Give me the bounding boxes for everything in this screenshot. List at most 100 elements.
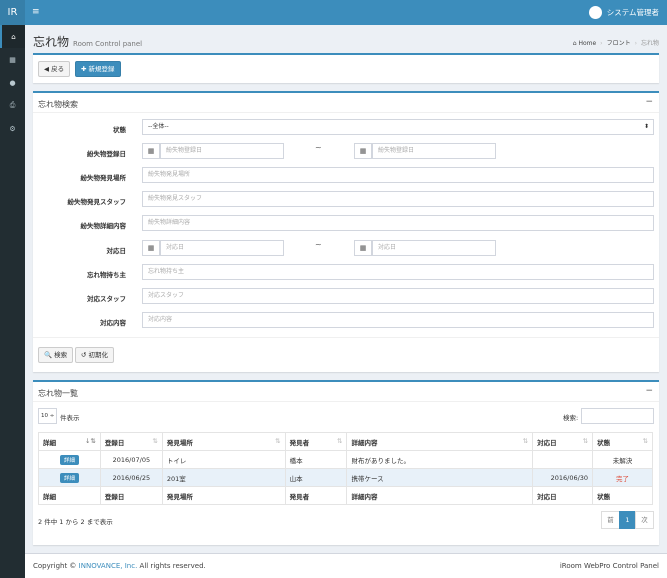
avatar xyxy=(588,6,602,19)
calendar-icon[interactable]: ▦ xyxy=(0,48,25,71)
new-register-button[interactable]: ✚ 新規登録 xyxy=(75,61,121,77)
cell-place: トイレ xyxy=(161,450,286,469)
col-footer-handled: 対応日 xyxy=(532,486,594,505)
select-caret-icon: ⬍ xyxy=(643,123,649,130)
table-row: 詳細 2016/06/25 201室 山本 携帯ケース 2016/06/30 完… xyxy=(38,468,653,487)
pagination-page-1[interactable]: 1 xyxy=(619,511,636,529)
footer: Copyright © INNOVANCE, Inc. All rights r… xyxy=(25,553,667,578)
search-box: 忘れ物検索 − 状態 --全体-- ⬍ 紛失物登録日 ▦ 紛失物登録日 ~ ▦ 紛… xyxy=(33,91,659,372)
page-size-select[interactable]: 10 ÷ xyxy=(38,408,57,424)
status-badge: 完了 xyxy=(592,468,653,487)
page-size-suffix: 件表示 xyxy=(60,414,80,422)
company-link[interactable]: INNOVANCE, Inc. xyxy=(79,562,138,570)
handle-staff-input[interactable]: 対応スタッフ xyxy=(142,288,654,304)
cell-content: 携帯ケース xyxy=(346,468,534,487)
calendar-icon: ▦ xyxy=(354,143,372,159)
cell-date: 2016/06/25 xyxy=(99,468,163,487)
cell-date: 2016/07/05 xyxy=(99,450,163,469)
home-icon[interactable]: ⌂ xyxy=(0,25,25,48)
list-box-title: 忘れ物一覧 xyxy=(38,389,78,398)
staff-label: 紛失物発見スタッフ xyxy=(67,198,127,206)
calendar-icon: ▦ xyxy=(142,240,160,256)
place-input[interactable]: 紛失物発見場所 xyxy=(142,167,654,183)
status-label: 状態 xyxy=(113,126,126,134)
table-header-row: 詳細 ↓⇅ 登録日 ⇅ 発見場所 ⇅ 発見者 ⇅ 詳細内容 ⇅ 対応日 ⇅ 状態 ⇅ xyxy=(38,432,653,451)
search-button[interactable]: 🔍 検索 xyxy=(38,347,74,363)
collapse-icon[interactable]: − xyxy=(645,386,653,396)
page-header: 忘れ物 Room Control panel xyxy=(33,33,142,50)
table-footer-row: 詳細 登録日 発見場所 発見者 詳細内容 対応日 状態 xyxy=(38,486,653,505)
col-header-date[interactable]: 登録日 ⇅ xyxy=(99,432,163,451)
pagination-prev[interactable]: 前 xyxy=(601,511,620,529)
menu-toggle-icon[interactable]: ≡ xyxy=(32,0,40,25)
handle-content-input[interactable]: 対応内容 xyxy=(142,312,654,328)
cell-content: 財布がありました。 xyxy=(346,450,534,469)
user-icon[interactable]: ● xyxy=(0,71,25,94)
handle-staff-label: 対応スタッフ xyxy=(87,295,126,303)
reg-date-from-input[interactable]: 紛失物登録日 xyxy=(160,143,284,159)
print-icon[interactable]: ⎙ xyxy=(0,94,25,117)
page-title: 忘れ物 xyxy=(33,35,70,49)
status-select[interactable]: --全体-- ⬍ xyxy=(142,119,654,135)
col-footer-place: 発見場所 xyxy=(161,486,286,505)
reg-date-to-input[interactable]: 紛失物登録日 xyxy=(372,143,496,159)
user-menu[interactable]: システム管理者 xyxy=(588,6,659,19)
action-box: ◀ 戻る ✚ 新規登録 xyxy=(33,53,659,83)
col-footer-finder: 発見者 xyxy=(284,486,348,505)
copyright: Copyright © INNOVANCE, Inc. All rights r… xyxy=(33,562,206,570)
col-header-status[interactable]: 状態 ⇅ xyxy=(592,432,653,451)
cell-handled: 2016/06/30 xyxy=(532,468,594,487)
handled-date-label: 対応日 xyxy=(106,247,127,255)
handled-date-from-input[interactable]: 対応日 xyxy=(160,240,284,256)
pagination-next[interactable]: 次 xyxy=(635,511,654,529)
user-name: システム管理者 xyxy=(606,8,659,17)
col-header-handled[interactable]: 対応日 ⇅ xyxy=(532,432,594,451)
breadcrumb-home[interactable]: ⌂ Home xyxy=(573,40,596,47)
sidebar: ⌂ ▦ ● ⎙ ⚙ xyxy=(0,25,25,578)
cell-handled xyxy=(532,450,594,469)
search-box-title: 忘れ物検索 xyxy=(38,100,78,109)
cell-finder: 山本 xyxy=(284,468,348,487)
cell-place: 201室 xyxy=(161,468,286,487)
reg-date-label: 紛失物登録日 xyxy=(87,150,126,158)
table-search-input[interactable] xyxy=(581,408,654,424)
detail-input[interactable]: 紛失物詳細内容 xyxy=(142,215,654,231)
detail-button[interactable]: 詳細 xyxy=(59,472,79,483)
calendar-icon: ▦ xyxy=(142,143,160,159)
table-info: 2 件中 1 から 2 まで表示 xyxy=(38,518,113,526)
back-button[interactable]: ◀ 戻る xyxy=(38,61,71,77)
place-label: 紛失物発見場所 xyxy=(80,174,127,182)
col-header-place[interactable]: 発見場所 ⇅ xyxy=(161,432,286,451)
range-tilde: ~ xyxy=(315,240,322,249)
product-name: iRoom WebPro Control Panel xyxy=(559,562,659,570)
app-logo[interactable]: IR xyxy=(0,0,25,25)
table-row: 詳細 2016/07/05 トイレ 橋本 財布がありました。 未解決 xyxy=(38,450,653,469)
col-footer-date: 登録日 xyxy=(99,486,163,505)
collapse-icon[interactable]: − xyxy=(645,97,653,107)
col-header-finder[interactable]: 発見者 ⇅ xyxy=(284,432,348,451)
content-wrapper: 忘れ物 Room Control panel ⌂ Home › フロント › 忘れ物 ◀ … xyxy=(25,25,667,553)
detail-button[interactable]: 詳細 xyxy=(59,454,79,465)
reset-button[interactable]: ↺ 初期化 xyxy=(75,347,115,363)
breadcrumb-current: 忘れ物 xyxy=(640,40,659,47)
top-navbar: IR ≡ システム管理者 xyxy=(0,0,667,25)
handled-date-to-input[interactable]: 対応日 xyxy=(372,240,496,256)
owner-label: 忘れ物持ち主 xyxy=(87,271,126,279)
settings-icon[interactable]: ⚙ xyxy=(0,117,25,140)
col-header-content[interactable]: 詳細内容 ⇅ xyxy=(346,432,534,451)
owner-input[interactable]: 忘れ物持ち主 xyxy=(142,264,654,280)
page-subtitle: Room Control panel xyxy=(73,40,143,48)
status-badge: 未解決 xyxy=(592,450,653,469)
col-header-detail[interactable]: 詳細 ↓⇅ xyxy=(38,432,101,451)
col-footer-content: 詳細内容 xyxy=(346,486,534,505)
calendar-icon: ▦ xyxy=(354,240,372,256)
cell-finder: 橋本 xyxy=(284,450,348,469)
breadcrumb: ⌂ Home › フロント › 忘れ物 xyxy=(572,40,659,47)
range-tilde: ~ xyxy=(315,143,322,152)
detail-label: 紛失物詳細内容 xyxy=(80,222,127,230)
breadcrumb-front[interactable]: フロント xyxy=(607,40,631,47)
staff-input[interactable]: 紛失物発見スタッフ xyxy=(142,191,654,207)
lost-items-table: 詳細 ↓⇅ 登録日 ⇅ 発見場所 ⇅ 発見者 ⇅ 詳細内容 ⇅ 対応日 ⇅ 状態 ⇅ 詳細 2… xyxy=(38,432,653,505)
table-search-label: 検索: xyxy=(563,414,579,422)
list-box: 忘れ物一覧 − 10 ÷ 件表示 検索: 詳細 ↓⇅ 登録日 ⇅ 発見場所 ⇅ 発見者… xyxy=(33,380,659,545)
